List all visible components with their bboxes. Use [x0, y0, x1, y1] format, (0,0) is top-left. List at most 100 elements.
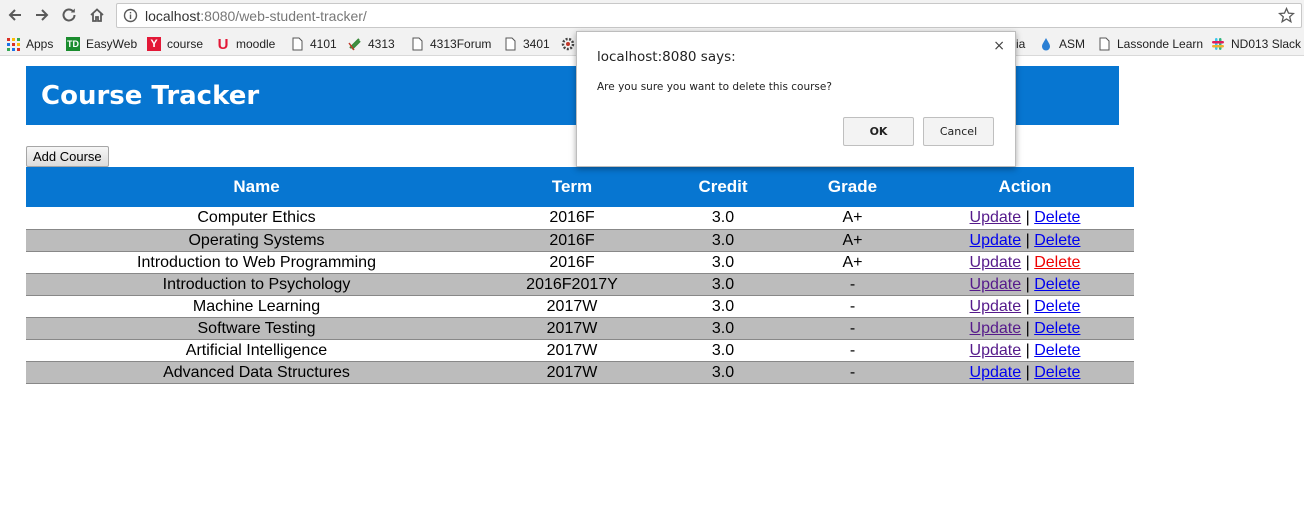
bookmark-lassonde-learn[interactable]: Lassonde Learn — [1097, 35, 1203, 53]
course-name: Artificial Intelligence — [26, 339, 487, 362]
bookmark-ia[interactable]: ia — [1016, 35, 1025, 53]
delete-link[interactable]: Delete — [1034, 254, 1080, 271]
bookmark-4313forum[interactable]: 4313Forum — [410, 35, 491, 53]
forward-button[interactable] — [31, 4, 53, 26]
update-link[interactable]: Update — [970, 298, 1022, 315]
course-name: Advanced Data Structures — [26, 361, 487, 384]
course-term: 2016F — [487, 251, 657, 274]
course-term: 2017W — [487, 317, 657, 340]
course-term: 2017W — [487, 339, 657, 362]
back-arrow-icon — [8, 9, 21, 21]
drop-icon — [1039, 37, 1053, 51]
action-separator: | — [1025, 253, 1030, 271]
close-icon[interactable]: × — [993, 38, 1005, 54]
action-separator: | — [1025, 275, 1030, 293]
delete-link[interactable]: Delete — [1034, 276, 1080, 293]
page-icon — [290, 37, 304, 51]
table-row: Computer Ethics 2016F 3.0 A+ Update | De… — [26, 207, 1134, 230]
add-course-button[interactable]: Add Course — [26, 146, 109, 167]
course-grade: - — [789, 339, 916, 362]
delete-link[interactable]: Delete — [1034, 232, 1080, 249]
course-term: 2017W — [487, 361, 657, 384]
bookmark-moodle[interactable]: U moodle — [216, 35, 276, 53]
action-separator: | — [1025, 297, 1030, 315]
course-grade: - — [789, 361, 916, 384]
header-credit: Credit — [657, 167, 789, 207]
table-row: Introduction to Psychology 2016F2017Y 3.… — [26, 273, 1134, 296]
course-actions: Update | Delete — [916, 295, 1134, 318]
forward-arrow-icon — [36, 9, 49, 21]
gear-icon — [561, 37, 575, 51]
course-actions: Update | Delete — [916, 361, 1134, 384]
course-credit: 3.0 — [657, 317, 789, 340]
header-name: Name — [26, 167, 487, 207]
ok-button[interactable]: OK — [843, 117, 914, 146]
browser-toolbar: localhost:8080/web-student-tracker/ — [0, 0, 1304, 32]
header-action: Action — [916, 167, 1134, 207]
delete-link[interactable]: Delete — [1034, 320, 1080, 337]
action-separator: | — [1025, 231, 1030, 249]
bookmark-asm[interactable]: ASM — [1039, 35, 1085, 53]
puzzle-icon — [348, 37, 362, 51]
course-credit: 3.0 — [657, 207, 789, 230]
course-term: 2017W — [487, 295, 657, 318]
delete-link[interactable]: Delete — [1034, 342, 1080, 359]
dialog-title: localhost:8080 says: — [597, 49, 736, 65]
course-credit: 3.0 — [657, 251, 789, 274]
course-grade: - — [789, 273, 916, 296]
page-icon — [410, 37, 424, 51]
address-bar[interactable]: localhost:8080/web-student-tracker/ — [116, 3, 1302, 28]
page-title: Course Tracker — [41, 81, 260, 111]
dialog-message: Are you sure you want to delete this cou… — [597, 81, 832, 93]
action-separator: | — [1025, 341, 1030, 359]
bookmark-course[interactable]: Y course — [147, 35, 203, 53]
apps-grid-icon — [6, 37, 20, 51]
table-row: Introduction to Web Programming 2016F 3.… — [26, 251, 1134, 274]
course-credit: 3.0 — [657, 229, 789, 252]
table-row: Software Testing 2017W 3.0 - Update | De… — [26, 317, 1134, 340]
page-icon — [503, 37, 517, 51]
update-link[interactable]: Update — [970, 342, 1022, 359]
bookmark-3401[interactable]: 3401 — [503, 35, 550, 53]
delete-link[interactable]: Delete — [1034, 209, 1080, 226]
update-link[interactable]: Update — [970, 320, 1022, 337]
update-link[interactable]: Update — [970, 276, 1022, 293]
url-text[interactable]: localhost:8080/web-student-tracker/ — [145, 8, 367, 24]
table-row: Operating Systems 2016F 3.0 A+ Update | … — [26, 229, 1134, 252]
course-name: Machine Learning — [26, 295, 487, 318]
course-grade: - — [789, 295, 916, 318]
update-link[interactable]: Update — [970, 364, 1022, 381]
bookmark-nd013-slack[interactable]: ND013 Slack — [1211, 35, 1301, 53]
table-row: Advanced Data Structures 2017W 3.0 - Upd… — [26, 361, 1134, 384]
cancel-button[interactable]: Cancel — [923, 117, 994, 146]
update-link[interactable]: Update — [970, 254, 1022, 271]
home-button[interactable] — [86, 4, 108, 26]
bookmark-easyweb[interactable]: TD EasyWeb — [66, 35, 137, 53]
action-separator: | — [1025, 363, 1030, 381]
course-name: Operating Systems — [26, 229, 487, 252]
course-grade: A+ — [789, 207, 916, 230]
info-icon[interactable] — [123, 8, 138, 23]
delete-link[interactable]: Delete — [1034, 364, 1080, 381]
update-link[interactable]: Update — [970, 209, 1022, 226]
course-credit: 3.0 — [657, 361, 789, 384]
bookmark-4313[interactable]: 4313 — [348, 35, 395, 53]
bookmark-apps[interactable]: Apps — [6, 35, 53, 53]
course-grade: - — [789, 317, 916, 340]
course-name: Software Testing — [26, 317, 487, 340]
york-y-icon: Y — [147, 37, 161, 51]
reload-button[interactable] — [58, 4, 80, 26]
bookmark-4101[interactable]: 4101 — [290, 35, 337, 53]
update-link[interactable]: Update — [970, 232, 1022, 249]
bookmark-star-icon[interactable] — [1278, 7, 1295, 24]
back-button[interactable] — [4, 4, 26, 26]
delete-link[interactable]: Delete — [1034, 298, 1080, 315]
slack-icon — [1211, 37, 1225, 51]
home-icon — [90, 8, 104, 22]
table-row: Artificial Intelligence 2017W 3.0 - Upda… — [26, 339, 1134, 362]
course-term: 2016F — [487, 207, 657, 230]
course-name: Introduction to Web Programming — [26, 251, 487, 274]
course-credit: 3.0 — [657, 295, 789, 318]
confirm-dialog: localhost:8080 says: × Are you sure you … — [576, 31, 1016, 167]
action-separator: | — [1025, 209, 1030, 227]
